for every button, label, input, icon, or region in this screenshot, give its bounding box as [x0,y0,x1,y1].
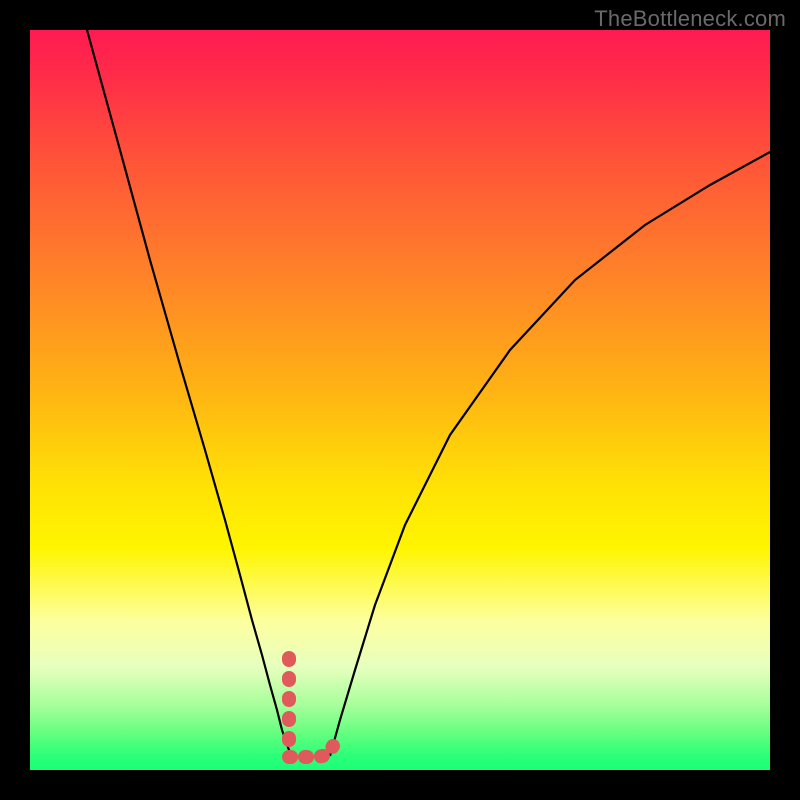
chart-frame: TheBottleneck.com [0,0,800,800]
watermark-text: TheBottleneck.com [594,6,786,32]
plot-area [30,30,770,770]
red-marker-horizontal [289,746,333,757]
left-branch-curve [87,30,291,756]
curves-svg [30,30,770,770]
curve-layer [87,30,770,757]
right-branch-curve [330,152,770,756]
